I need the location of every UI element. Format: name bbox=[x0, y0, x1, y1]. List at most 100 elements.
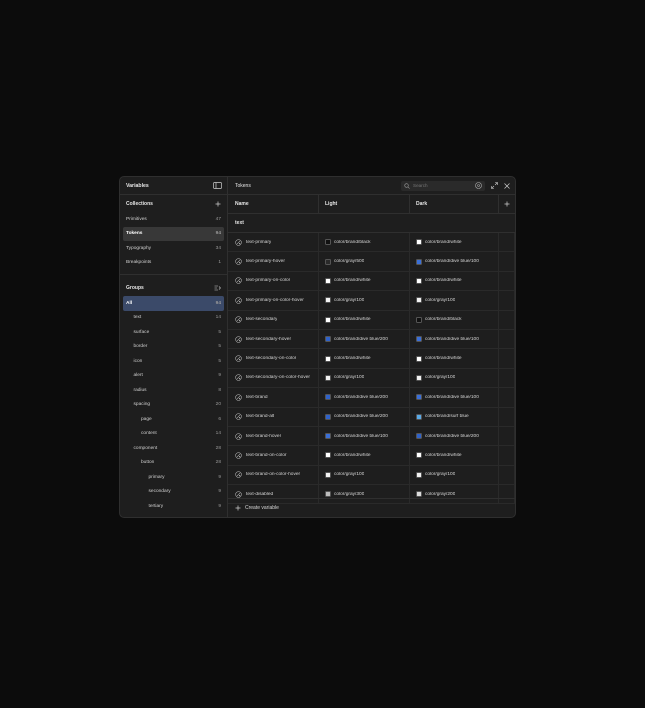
collection-item[interactable]: Tokens 94 bbox=[123, 226, 224, 241]
empty-cell bbox=[499, 446, 515, 465]
dark-value-cell[interactable]: color/brand/white bbox=[410, 446, 499, 465]
table-row[interactable]: text-secondary-on-color color/brand/white… bbox=[228, 349, 515, 369]
table-row[interactable]: text-primary color/brand/black color/brand… bbox=[228, 233, 515, 253]
group-item[interactable]: spacing 20 bbox=[120, 398, 227, 413]
search-input[interactable]: Search bbox=[401, 180, 485, 191]
token-name-cell[interactable]: text-secondary bbox=[228, 310, 319, 329]
column-light[interactable]: Light bbox=[319, 195, 410, 213]
add-collection-icon[interactable] bbox=[215, 201, 221, 207]
token-name-cell[interactable]: text-secondary-on-color bbox=[228, 349, 319, 368]
light-value-cell[interactable]: color/brand/white bbox=[319, 349, 410, 368]
light-value-cell[interactable]: color/gray/500 bbox=[319, 252, 410, 271]
group-item[interactable]: surface 5 bbox=[120, 325, 227, 340]
light-value-cell[interactable]: color/gray/100 bbox=[319, 465, 410, 485]
color-variable-icon bbox=[235, 277, 242, 285]
token-name-cell[interactable]: text-primary bbox=[228, 233, 319, 252]
group-item[interactable]: secondary 9 bbox=[120, 485, 227, 500]
light-value-cell[interactable]: color/brand/white bbox=[319, 310, 410, 329]
token-name-cell[interactable]: text-secondary-hover bbox=[228, 329, 319, 349]
group-options-icon[interactable] bbox=[214, 285, 221, 291]
token-name-cell[interactable]: text-brand-hover bbox=[228, 426, 319, 446]
dark-value-cell[interactable]: color/brand/white bbox=[410, 349, 499, 368]
token-name-cell[interactable]: text-primary-on-color-hover bbox=[228, 291, 319, 310]
dark-value: color/brand/white bbox=[425, 278, 462, 284]
dark-value-cell[interactable]: color/brand/white bbox=[410, 233, 499, 252]
table-row[interactable]: text-brand-on-color-hover color/gray/100 c… bbox=[228, 465, 515, 486]
group-item[interactable]: All 94 bbox=[123, 296, 224, 311]
dark-value-cell[interactable]: color/gray/100 bbox=[410, 368, 499, 388]
group-item[interactable]: content 14 bbox=[120, 427, 227, 442]
group-item[interactable]: alert 9 bbox=[120, 369, 227, 384]
column-name[interactable]: Name bbox=[228, 195, 319, 213]
collection-item[interactable]: Breakpoints 1 bbox=[120, 256, 227, 271]
group-item[interactable]: icon 5 bbox=[120, 354, 227, 369]
plus-icon bbox=[235, 505, 241, 511]
table-row[interactable]: text-brand-alt color/brand/dive blue/200 c… bbox=[228, 407, 515, 427]
group-item[interactable]: component 28 bbox=[120, 441, 227, 456]
table-row[interactable]: text-secondary-hover color/brand/dive blu… bbox=[228, 329, 515, 350]
dark-value-cell[interactable]: color/brand/white bbox=[410, 271, 499, 291]
light-value-cell[interactable]: color/gray/100 bbox=[319, 368, 410, 388]
color-swatch bbox=[325, 471, 331, 478]
token-name-cell[interactable]: text-primary-on-color bbox=[228, 271, 319, 291]
color-variable-icon bbox=[235, 355, 242, 362]
dark-value-cell[interactable]: color/brand/dive blue/100 bbox=[410, 329, 499, 349]
light-value-cell[interactable]: color/brand/dive blue/200 bbox=[319, 388, 410, 407]
table-row[interactable]: text-primary-on-color color/brand/white co… bbox=[228, 271, 515, 292]
group-label: primary bbox=[148, 474, 165, 480]
group-item[interactable]: tertiary 9 bbox=[120, 499, 227, 514]
color-variable-icon bbox=[235, 491, 242, 498]
dark-value-cell[interactable]: color/brand/surf blue bbox=[410, 407, 499, 426]
add-mode-button[interactable] bbox=[499, 195, 515, 213]
light-value-cell[interactable]: color/gray/100 bbox=[319, 291, 410, 310]
token-name-cell[interactable]: text-secondary-on-color-hover bbox=[228, 368, 319, 388]
group-count: 14 bbox=[215, 431, 221, 437]
dark-value-cell[interactable]: color/gray/100 bbox=[410, 465, 499, 485]
token-name-cell[interactable]: text-brand-alt bbox=[228, 407, 319, 426]
column-dark[interactable]: Dark bbox=[410, 195, 499, 213]
token-name-cell[interactable]: text-brand bbox=[228, 388, 319, 407]
group-item[interactable]: radius 8 bbox=[120, 383, 227, 398]
dark-value-cell[interactable]: color/brand/dive blue/100 bbox=[410, 252, 499, 271]
create-variable-label: Create variable bbox=[245, 505, 279, 511]
tokens-table: Tokens Search Name Light Dark text text-… bbox=[228, 177, 515, 517]
dark-value-cell[interactable]: color/gray/100 bbox=[410, 291, 499, 310]
color-variable-icon bbox=[235, 413, 242, 420]
dark-value-cell[interactable]: color/brand/black bbox=[410, 310, 499, 329]
table-row[interactable]: text-secondary-on-color-hover color/gray/… bbox=[228, 368, 515, 389]
table-row[interactable]: text-secondary color/brand/white color/bra… bbox=[228, 310, 515, 330]
table-row[interactable]: text-brand-on-color color/brand/white colo… bbox=[228, 446, 515, 466]
table-row[interactable]: text-brand color/brand/dive blue/200 color… bbox=[228, 388, 515, 408]
light-value-cell[interactable]: color/brand/dive blue/200 bbox=[319, 407, 410, 426]
token-name-cell[interactable]: text-brand-on-color bbox=[228, 446, 319, 465]
color-variable-icon bbox=[235, 432, 242, 440]
group-item[interactable]: primary 9 bbox=[120, 470, 227, 485]
dark-value-cell[interactable]: color/brand/dive blue/200 bbox=[410, 426, 499, 446]
light-value-cell[interactable]: color/brand/black bbox=[319, 233, 410, 252]
table-row[interactable]: text-brand-hover color/brand/dive blue/10… bbox=[228, 426, 515, 447]
collection-item[interactable]: Typography 34 bbox=[120, 241, 227, 256]
settings-icon[interactable] bbox=[475, 182, 482, 189]
light-value-cell[interactable]: color/brand/white bbox=[319, 446, 410, 465]
group-item[interactable]: page 6 bbox=[120, 412, 227, 427]
search-placeholder: Search bbox=[413, 183, 428, 188]
light-value: color/brand/dive blue/200 bbox=[334, 414, 388, 420]
group-item[interactable]: text 14 bbox=[120, 311, 227, 326]
group-label: button bbox=[141, 460, 155, 466]
light-value-cell[interactable]: color/brand/dive blue/200 bbox=[319, 329, 410, 349]
group-title: text bbox=[228, 214, 515, 233]
token-name-cell[interactable]: text-brand-on-color-hover bbox=[228, 465, 319, 485]
close-icon[interactable] bbox=[504, 182, 510, 189]
collection-item[interactable]: Primitives 47 bbox=[120, 212, 227, 227]
group-item[interactable]: border 5 bbox=[120, 340, 227, 355]
expand-icon[interactable] bbox=[491, 182, 498, 189]
light-value-cell[interactable]: color/brand/dive blue/100 bbox=[319, 426, 410, 446]
light-value-cell[interactable]: color/brand/white bbox=[319, 271, 410, 291]
table-row[interactable]: text-primary-on-color-hover color/gray/10… bbox=[228, 291, 515, 311]
create-variable-button[interactable]: Create variable bbox=[228, 498, 515, 517]
dark-value-cell[interactable]: color/brand/dive blue/100 bbox=[410, 388, 499, 407]
token-name-cell[interactable]: text-primary-hover bbox=[228, 252, 319, 271]
toggle-sidebar-icon[interactable] bbox=[213, 182, 222, 189]
table-row[interactable]: text-primary-hover color/gray/500 color/br… bbox=[228, 252, 515, 272]
group-item[interactable]: button 28 bbox=[120, 456, 227, 471]
